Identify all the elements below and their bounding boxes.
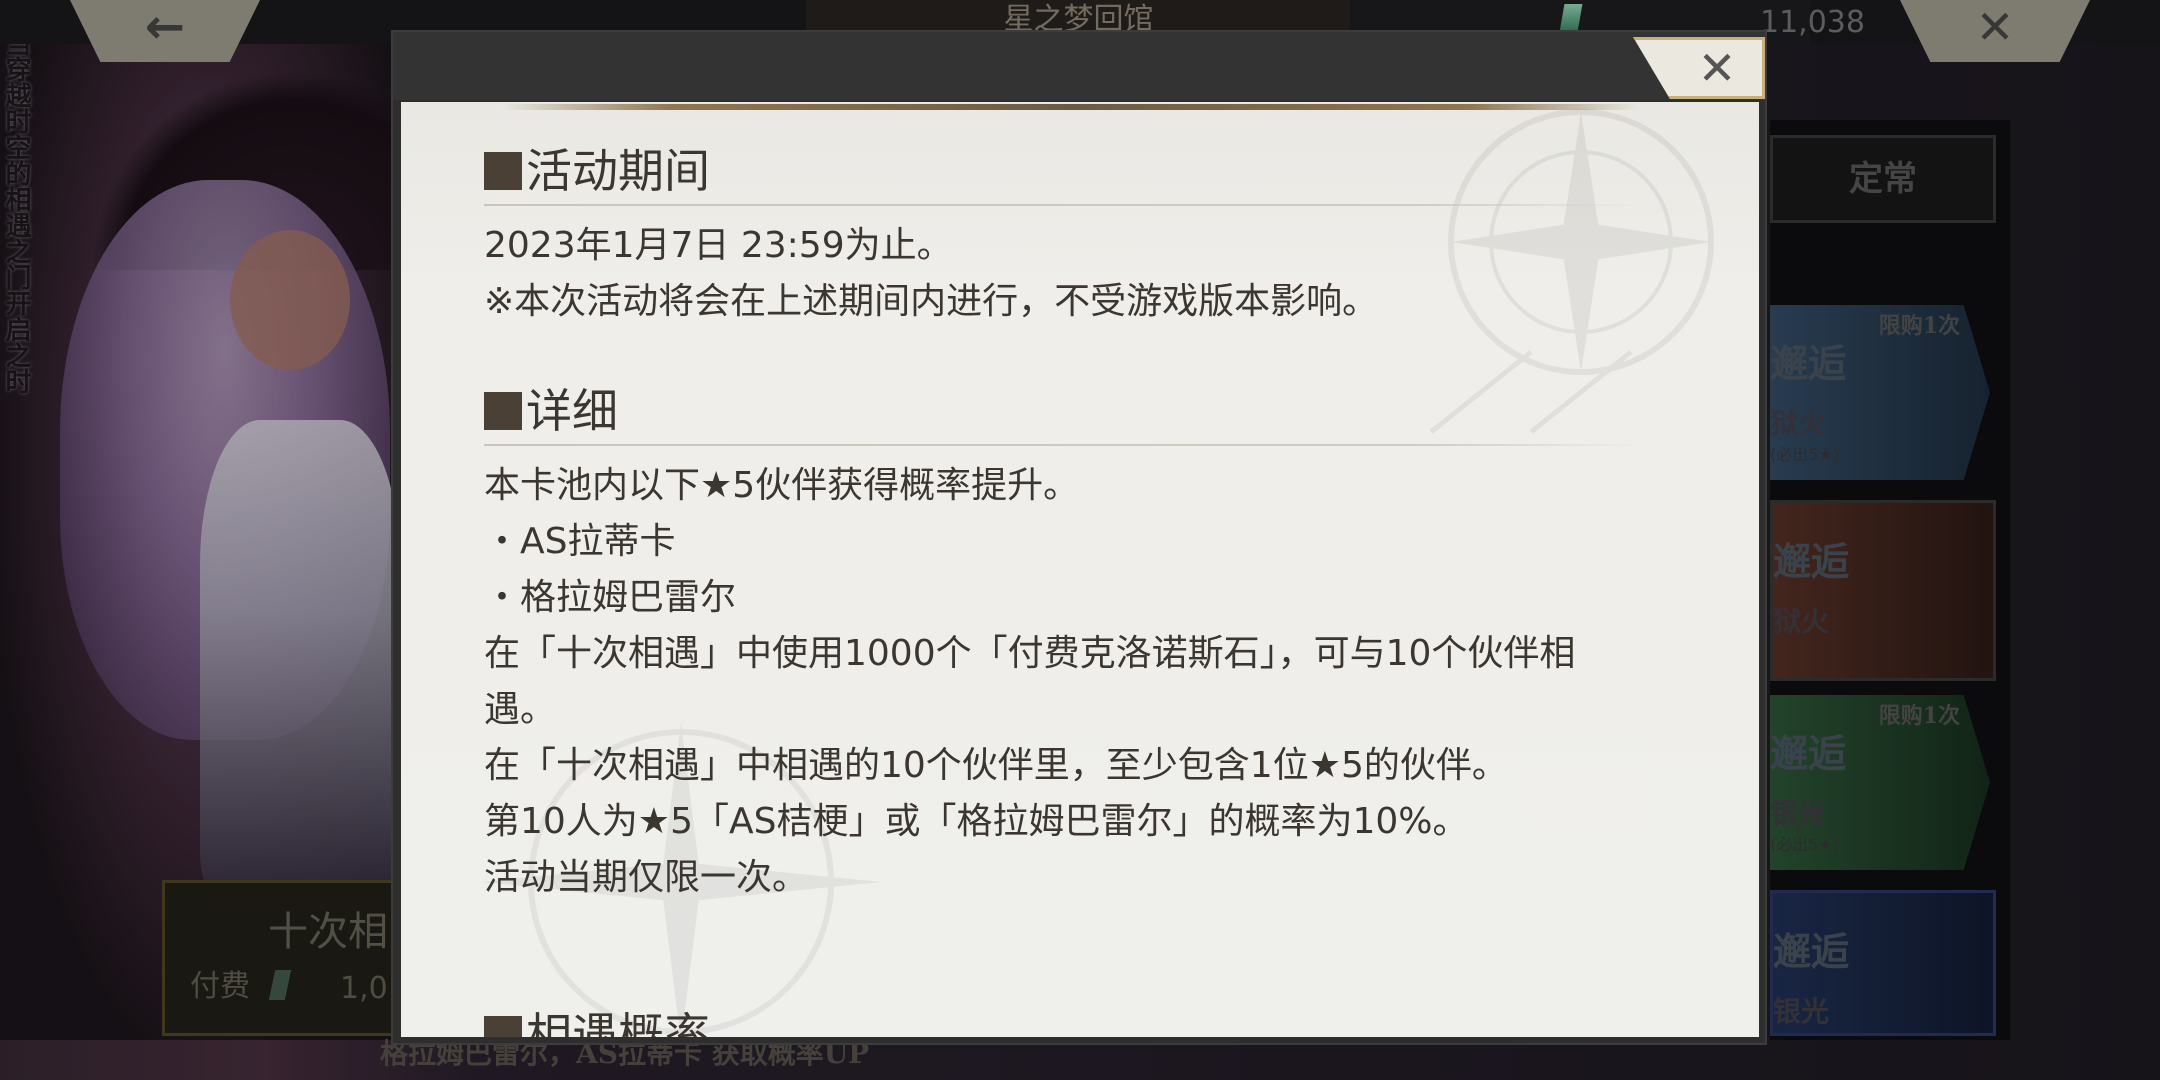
bullet-square-icon [484,392,522,430]
section-line: 第10人为★5「AS桔梗」或「格拉姆巴雷尔」的概率为10%。 [484,801,1469,842]
close-icon: ✕ [1697,41,1737,95]
section-title: 详细 [484,382,1644,440]
section-title: 相遇概率 [484,1006,1644,1037]
dialog-content: 活动期间 2023年1月7日 23:59为止。 ※本次活动将会在上述期间内进行，… [484,142,1644,1037]
section-title: 活动期间 [484,142,1644,200]
section-line: 活动当期仅限一次。 [484,857,809,898]
section-line: 遇。 [484,689,557,730]
dialog-body[interactable]: 活动期间 2023年1月7日 23:59为止。 ※本次活动将会在上述期间内进行，… [401,102,1759,1037]
dialog-header [393,32,1765,100]
section-rule [484,204,1644,206]
section-title-text: 详细 [526,384,618,438]
section-title-text: 相遇概率 [526,1008,710,1037]
section-line: 2023年1月7日 23:59为止。 [484,225,953,266]
section-line: ・格拉姆巴雷尔 [484,577,737,618]
bullet-square-icon [484,1016,522,1037]
section-line: ・AS拉蒂卡 [484,521,676,562]
section-title-text: 活动期间 [526,144,710,198]
section-line: 本卡池内以下★5伙伴获得概率提升。 [484,465,1080,506]
info-dialog: ✕ 活动期间 2023年1月7日 23:59为止。 ※本次活动将会在上述期间内进… [391,30,1767,1045]
section-line: 在「十次相遇」中相遇的10个伙伴里，至少包含1位★5的伙伴。 [484,745,1508,786]
section-line: ※本次活动将会在上述期间内进行，不受游戏版本影响。 [484,281,1379,322]
section-rule [484,444,1644,446]
section-line: 在「十次相遇」中使用1000个「付费克洛诺斯石」，可与10个伙伴相 [484,633,1576,674]
bullet-square-icon [484,152,522,190]
